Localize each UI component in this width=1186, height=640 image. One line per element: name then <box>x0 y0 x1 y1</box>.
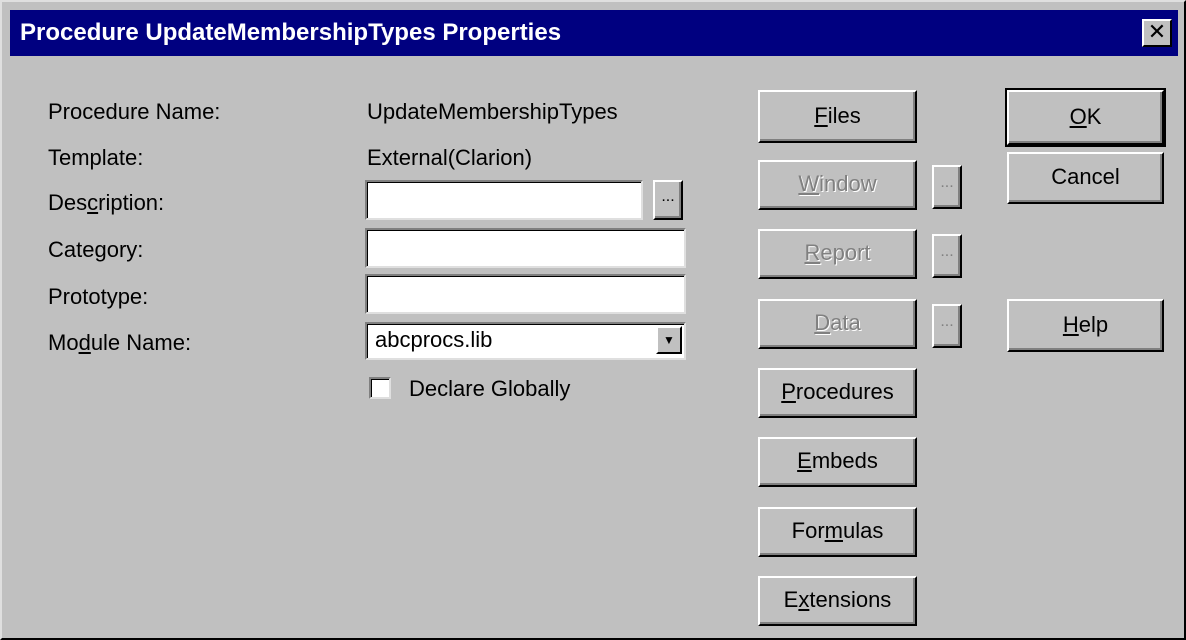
close-icon: ✕ <box>1147 19 1167 44</box>
help-button[interactable]: Help <box>1007 299 1164 352</box>
procedure-name-value: UpdateMembershipTypes <box>367 99 618 124</box>
window-ellipsis-button[interactable]: ... <box>932 165 962 209</box>
data-button[interactable]: Data <box>758 299 917 349</box>
report-ellipsis-button[interactable]: ... <box>932 234 962 278</box>
prototype-input[interactable] <box>365 274 686 314</box>
description-label: Description: <box>48 190 165 215</box>
formulas-button[interactable]: Formulas <box>758 507 917 557</box>
procedures-button[interactable]: Procedures <box>758 368 917 418</box>
module-name-label: Module Name: <box>48 330 192 355</box>
procedure-name-label: Procedure Name: <box>48 99 221 124</box>
chevron-down-icon[interactable]: ▼ <box>656 326 682 354</box>
category-label: Category: <box>48 237 144 262</box>
description-ellipsis-button[interactable]: ... <box>653 180 683 220</box>
template-label: Template: <box>48 145 144 170</box>
data-ellipsis-button[interactable]: ... <box>932 304 962 348</box>
close-button[interactable]: ✕ <box>1142 19 1172 47</box>
declare-globally-checkbox[interactable] <box>369 377 391 399</box>
extensions-button[interactable]: Extensions <box>758 576 917 626</box>
window-title: Procedure UpdateMembershipTypes Properti… <box>20 19 562 46</box>
module-name-value: abcprocs.lib <box>375 327 493 352</box>
template-value: External(Clarion) <box>367 145 533 170</box>
category-input[interactable] <box>365 228 686 268</box>
title-bar[interactable]: Procedure UpdateMembershipTypes Properti… <box>10 10 1178 56</box>
window-button[interactable]: Window <box>758 160 917 210</box>
module-name-dropdown[interactable]: abcprocs.lib ▼ <box>365 322 686 360</box>
description-input[interactable] <box>365 180 643 220</box>
ok-button[interactable]: OK <box>1005 88 1166 147</box>
embeds-button[interactable]: Embeds <box>758 437 917 487</box>
properties-dialog: Procedure UpdateMembershipTypes Properti… <box>0 0 1186 640</box>
prototype-label: Prototype: <box>48 284 149 309</box>
report-button[interactable]: Report <box>758 229 917 279</box>
files-button[interactable]: Files <box>758 90 917 143</box>
declare-globally-label[interactable]: Declare Globally <box>409 376 570 402</box>
cancel-button[interactable]: Cancel <box>1007 152 1164 204</box>
